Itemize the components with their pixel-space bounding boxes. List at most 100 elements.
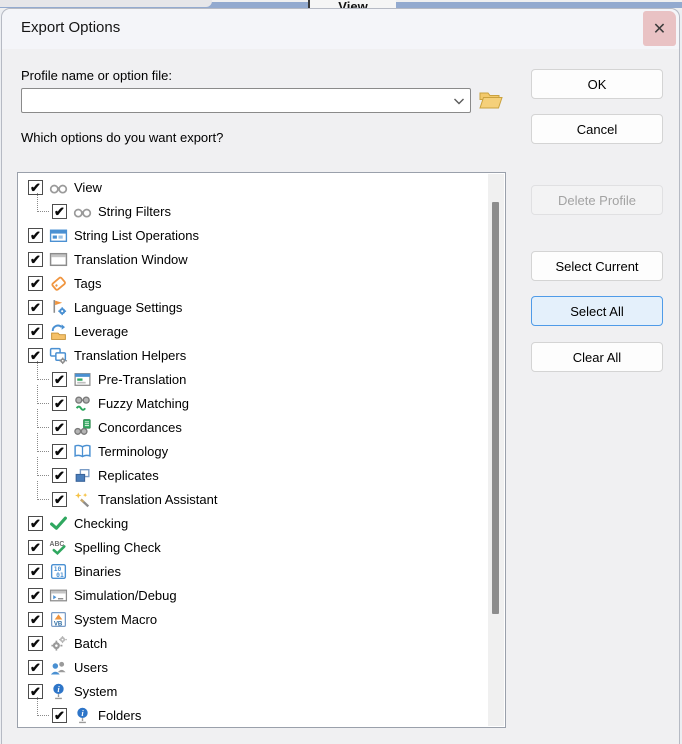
- tree-item-label: Binaries: [74, 563, 121, 579]
- window-icon: [48, 249, 68, 269]
- checkbox[interactable]: ✔: [52, 371, 67, 387]
- leverage-icon: [48, 321, 68, 341]
- checkbox[interactable]: ✔: [52, 395, 67, 411]
- checkbox[interactable]: ✔: [28, 227, 43, 243]
- binaries-icon: 10 01: [48, 561, 68, 581]
- browse-folder-button[interactable]: [477, 89, 504, 113]
- tree-item[interactable]: ✔ Concordances: [18, 409, 488, 439]
- tree-item-label: Users: [74, 659, 108, 675]
- tree-item[interactable]: ✔ View: [18, 175, 488, 199]
- checkbox[interactable]: ✔: [28, 611, 43, 627]
- spelling-icon: ABC: [48, 537, 68, 557]
- tree-item[interactable]: ✔ VB System Macro: [18, 607, 488, 631]
- tree-item[interactable]: ✔ Fuzzy Matching: [18, 385, 488, 415]
- tree-item-label: String List Operations: [74, 227, 200, 243]
- checkbox[interactable]: ✔: [28, 299, 43, 315]
- tree-item-label: Translation Window: [74, 251, 188, 267]
- tree-item[interactable]: ✔ Tags: [18, 271, 488, 295]
- tree-item[interactable]: ✔ 10 01 Binaries: [18, 559, 488, 583]
- tree-item[interactable]: ✔ String Filters: [18, 193, 488, 223]
- checkbox[interactable]: ✔: [28, 539, 43, 555]
- concordances-icon: [72, 417, 92, 437]
- checkbox[interactable]: ✔: [28, 563, 43, 579]
- tree-item-label: Translation Assistant: [98, 491, 218, 507]
- svg-text:VB: VB: [53, 620, 62, 627]
- helpers-icon: [48, 345, 68, 365]
- tree-item[interactable]: ✔ Translation Helpers: [18, 343, 488, 367]
- tag-icon: [48, 273, 68, 293]
- checkbox[interactable]: ✔: [52, 467, 67, 483]
- options-question-label: Which options do you want export?: [21, 130, 224, 145]
- tree-item-label: Pre-Translation: [98, 371, 187, 387]
- profile-combobox-input[interactable]: [22, 89, 448, 112]
- tree-item-label: String Filters: [98, 203, 171, 219]
- profile-name-label: Profile name or option file:: [21, 68, 173, 83]
- tree-item[interactable]: ✔ Checking: [18, 511, 488, 535]
- pre-translation-icon: [72, 369, 92, 389]
- close-icon: ✕: [652, 20, 667, 38]
- tree-item-label: Fuzzy Matching: [98, 395, 190, 411]
- checkbox[interactable]: ✔: [52, 491, 67, 507]
- tree-item[interactable]: ✔ Translation Assistant: [18, 481, 488, 511]
- open-folder-icon: [478, 92, 504, 114]
- checkbox[interactable]: ✔: [52, 203, 67, 219]
- tree-connector: [28, 697, 52, 727]
- simulation-icon: [48, 585, 68, 605]
- tree-item[interactable]: ✔ Pre-Translation: [18, 361, 488, 391]
- scrollbar-thumb[interactable]: [492, 202, 499, 614]
- ok-button[interactable]: OK: [531, 69, 663, 99]
- glasses-icon: [72, 201, 92, 221]
- profile-combobox[interactable]: [21, 88, 471, 113]
- delete-profile-button[interactable]: Delete Profile: [531, 185, 663, 215]
- checkbox[interactable]: ✔: [28, 323, 43, 339]
- tree-item-label: Replicates: [98, 467, 159, 483]
- tree-item[interactable]: ✔ Simulation/Debug: [18, 583, 488, 607]
- select-current-button[interactable]: Select Current: [531, 251, 663, 281]
- scrollbar[interactable]: [488, 174, 504, 726]
- tree-item[interactable]: ✔ String List Operations: [18, 223, 488, 247]
- tree-view[interactable]: ✔ View ✔ String Filters ✔ String List Operati…: [17, 172, 506, 728]
- dialog-titlebar: Export Options ✕: [2, 9, 679, 49]
- checkbox[interactable]: ✔: [28, 515, 43, 531]
- tree-item[interactable]: ✔ Replicates: [18, 457, 488, 487]
- checkbox[interactable]: ✔: [52, 443, 67, 459]
- tree-item[interactable]: ✔ Language Settings: [18, 295, 488, 319]
- tree-item[interactable]: ✔ Users: [18, 655, 488, 679]
- assistant-icon: [72, 489, 92, 509]
- checkbox[interactable]: ✔: [52, 707, 67, 723]
- tree-connector: [28, 481, 52, 511]
- tree-item[interactable]: ✔ Terminology: [18, 433, 488, 463]
- tree-item[interactable]: ✔ Translation Window: [18, 247, 488, 271]
- checkbox[interactable]: ✔: [28, 635, 43, 651]
- macro-icon: VB: [48, 609, 68, 629]
- glasses-icon: [48, 177, 68, 197]
- select-all-button[interactable]: Select All: [531, 296, 663, 326]
- checkbox[interactable]: ✔: [28, 251, 43, 267]
- tree-item-label: Checking: [74, 515, 129, 531]
- tree-item-label: Folders: [98, 707, 142, 723]
- tree-connector: [28, 193, 52, 223]
- users-icon: [48, 657, 68, 677]
- background-toolbar-tab: [0, 0, 212, 7]
- check-icon: [48, 513, 68, 533]
- tree-item-label: Spelling Check: [74, 539, 161, 555]
- clear-all-button[interactable]: Clear All: [531, 342, 663, 372]
- tree-item-label: Concordances: [98, 419, 182, 435]
- tree-item[interactable]: ✔ Batch: [18, 631, 488, 655]
- chevron-down-icon[interactable]: [448, 89, 470, 112]
- tree-item-label: Batch: [74, 635, 108, 651]
- checkbox[interactable]: ✔: [28, 659, 43, 675]
- tree-item[interactable]: ✔ ABC Spelling Check: [18, 535, 488, 559]
- tree-item[interactable]: ✔ Leverage: [18, 319, 488, 343]
- checkbox[interactable]: ✔: [28, 587, 43, 603]
- close-button[interactable]: ✕: [643, 11, 676, 46]
- cancel-button[interactable]: Cancel: [531, 114, 663, 144]
- tree-item[interactable]: ✔ i Folders: [18, 697, 488, 727]
- tree-item[interactable]: ✔ i System: [18, 679, 488, 703]
- export-options-dialog: Export Options ✕ Profile name or option …: [1, 8, 680, 744]
- checkbox[interactable]: ✔: [28, 275, 43, 291]
- checkbox[interactable]: ✔: [52, 419, 67, 435]
- tree-item-label: System Macro: [74, 611, 158, 627]
- svg-text:01: 01: [56, 572, 64, 579]
- language-settings-icon: [48, 297, 68, 317]
